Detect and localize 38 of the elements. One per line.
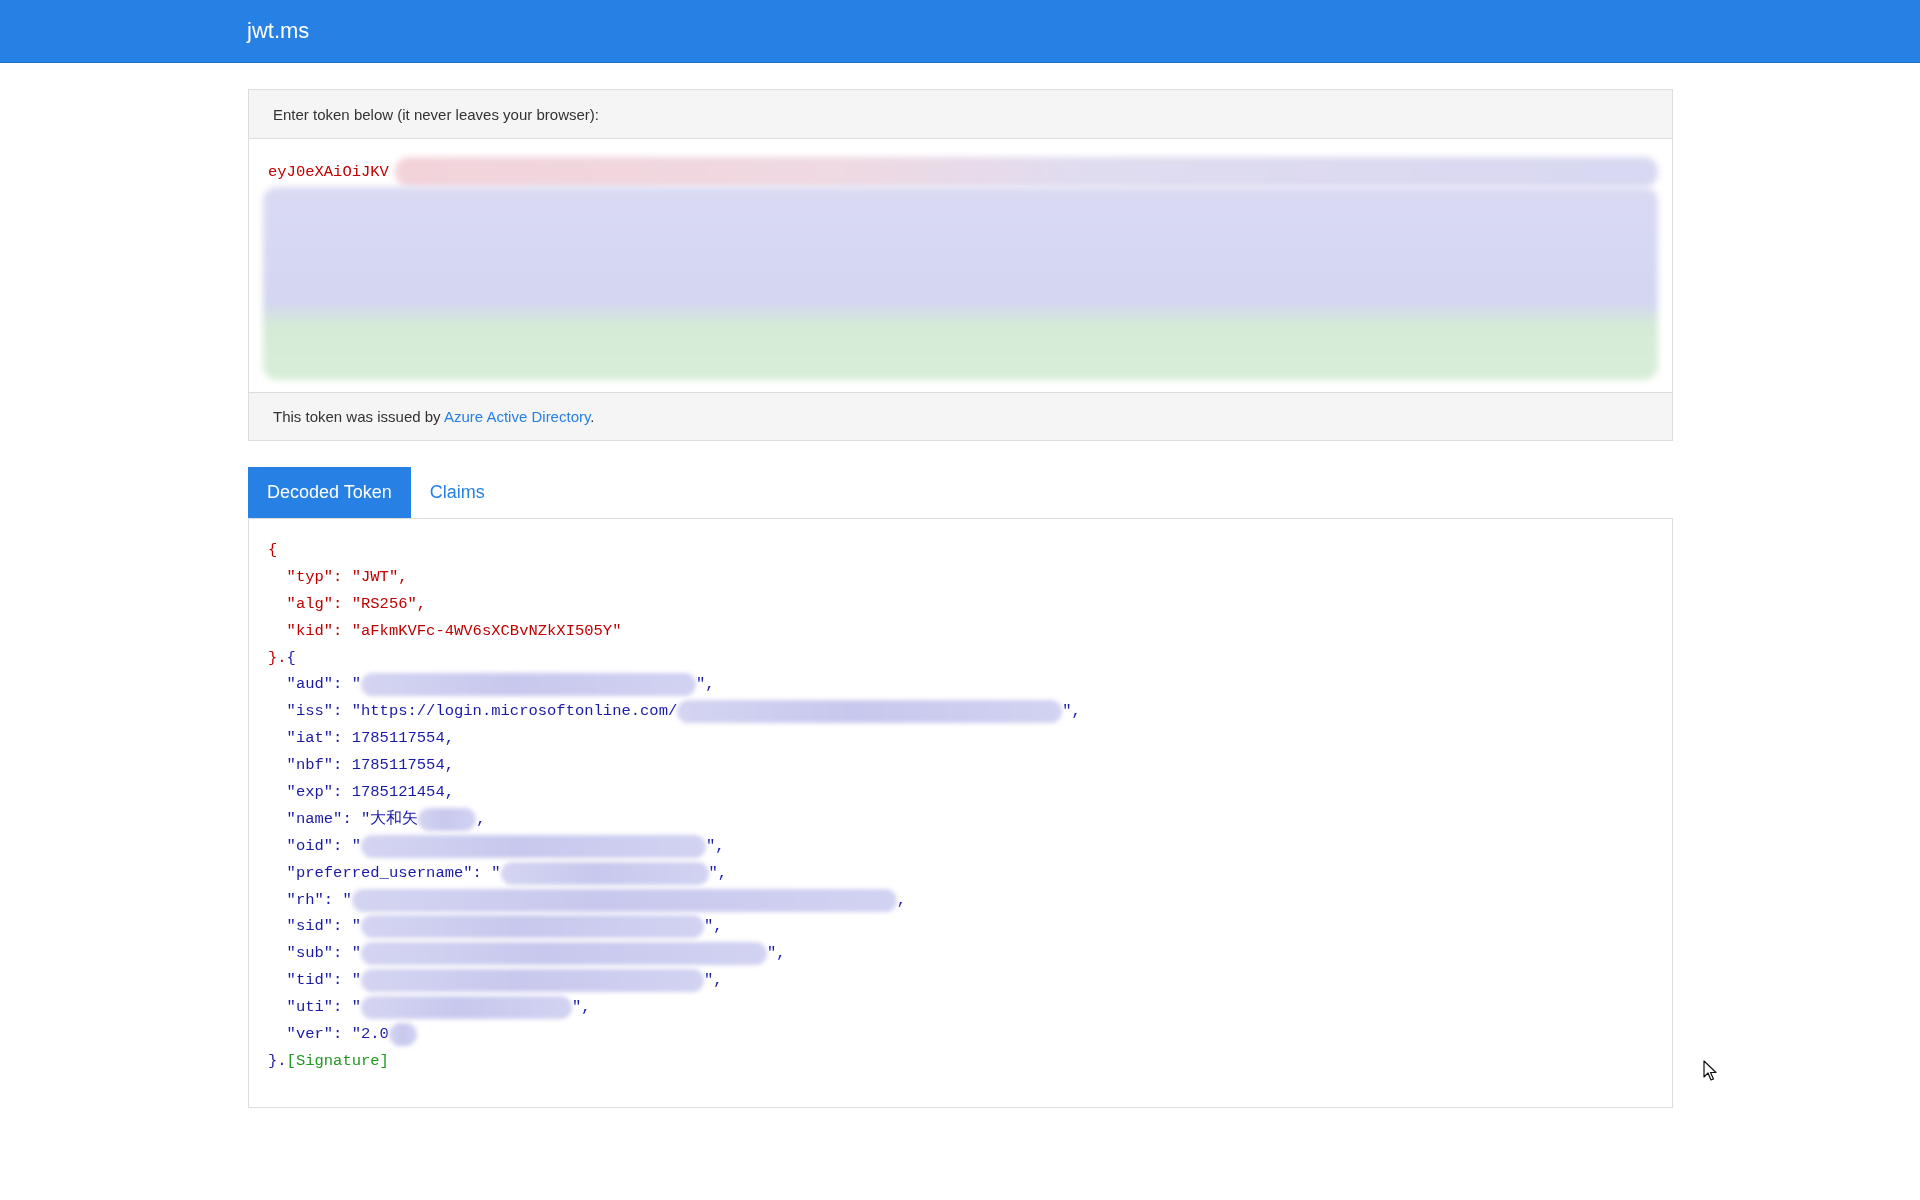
code-text: ", bbox=[706, 835, 725, 857]
code-text: "uti": " bbox=[286, 997, 361, 1019]
code-text: "rh": " bbox=[286, 889, 352, 911]
code-text: ", bbox=[704, 916, 723, 938]
code-text: [Signature] bbox=[286, 1050, 389, 1072]
tab[interactable]: Decoded Token bbox=[248, 467, 411, 518]
code-text: "oid": " bbox=[286, 835, 361, 857]
token-instructions: Enter token below (it never leaves your browser): bbox=[273, 105, 599, 123]
code-text: ", bbox=[767, 943, 786, 965]
code-text: ", bbox=[572, 997, 591, 1019]
code-text: "aud": " bbox=[286, 674, 361, 696]
code-text: "kid": "aFkmKVFc-4WV6sXCBvNZkXI505Y" bbox=[286, 620, 622, 642]
code-text: "typ": "JWT", bbox=[286, 566, 408, 588]
code-text: }. bbox=[268, 647, 287, 669]
issuer-note: This token was issued by Azure Active Directory. bbox=[273, 408, 595, 425]
code-text: , bbox=[476, 808, 486, 830]
code-text: "iat": 1785117554, bbox=[286, 728, 455, 750]
code-text: "name": "大和矢 bbox=[286, 808, 419, 830]
code-text: "iss": "https://login.microsoftonline.com/ bbox=[286, 701, 678, 723]
code-text: , bbox=[896, 889, 907, 911]
code-text: "ver": "2.0 bbox=[286, 1024, 389, 1046]
tab[interactable]: Claims bbox=[410, 467, 504, 518]
code-text: "alg": "RS256", bbox=[286, 593, 427, 615]
code-text: "sid": " bbox=[286, 916, 361, 938]
code-text: { bbox=[268, 540, 278, 561]
code-text: ", bbox=[696, 674, 715, 696]
code-text: "nbf": 1785117554, bbox=[286, 755, 455, 777]
code-text: }. bbox=[268, 1050, 287, 1072]
site-title: jwt.ms bbox=[247, 18, 310, 44]
code-text: ", bbox=[704, 970, 723, 992]
code-text: ", bbox=[1062, 701, 1081, 723]
code-text: "tid": " bbox=[286, 970, 361, 992]
code-text: ", bbox=[708, 862, 728, 884]
code-text: "exp": 1785121454, bbox=[286, 782, 455, 803]
mouse-pointer-icon bbox=[1703, 1060, 1717, 1082]
code-text: { bbox=[286, 647, 296, 669]
code-text: "sub": " bbox=[286, 943, 361, 965]
code-text: "preferred_username": " bbox=[286, 862, 501, 884]
